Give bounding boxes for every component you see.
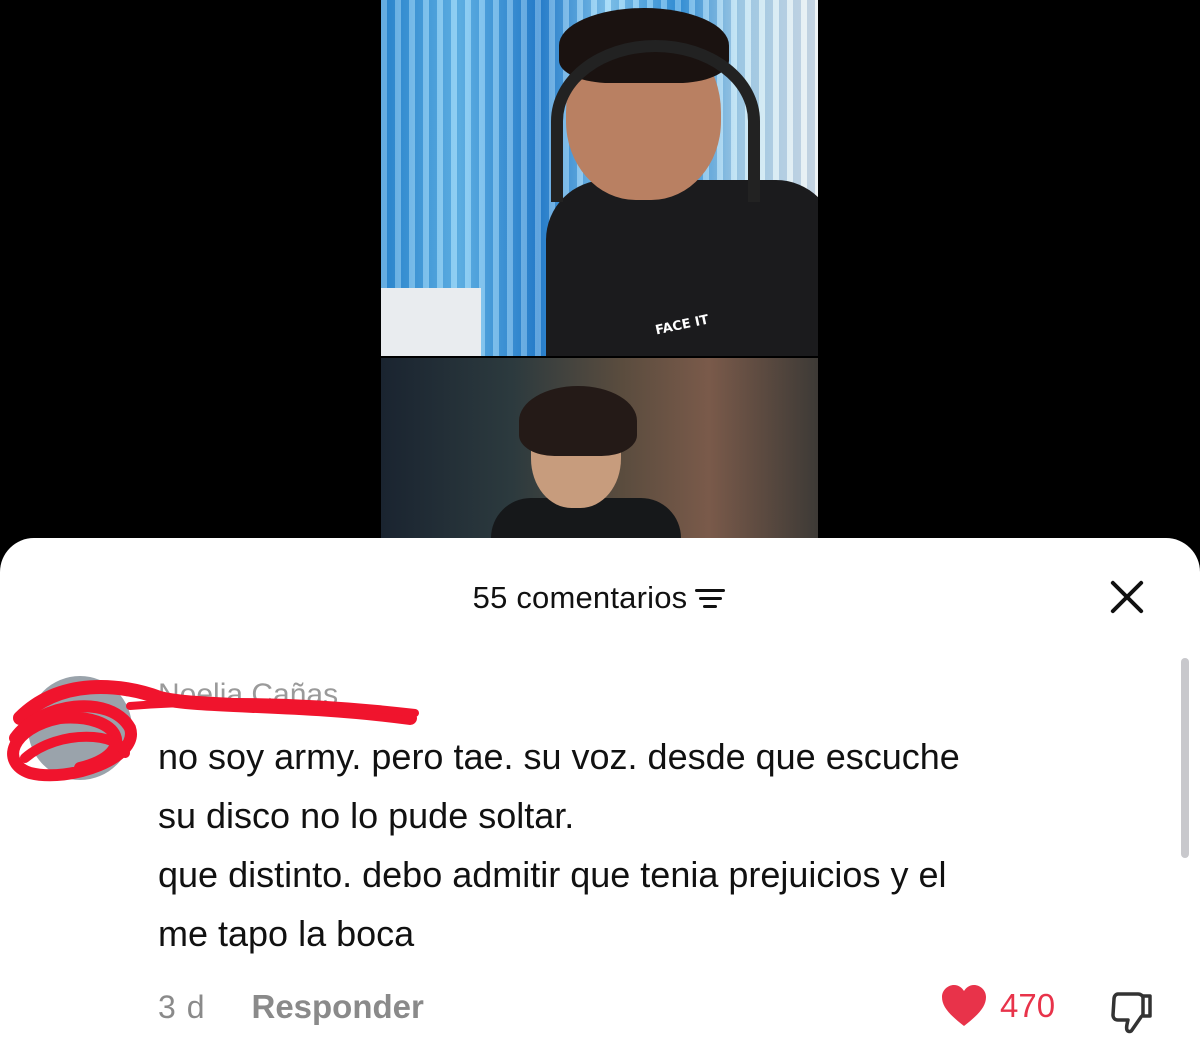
scrollbar[interactable] [1181, 658, 1189, 858]
headset [551, 40, 760, 202]
comments-sheet: 55 comentarios Noelia Cañas no soy army.… [0, 538, 1200, 1058]
reply-button[interactable]: Responder [251, 988, 423, 1026]
comments-header: 55 comentarios [0, 574, 1200, 622]
shelf [381, 288, 481, 356]
comment-username[interactable]: Noelia Cañas [158, 678, 338, 714]
thumbs-down-icon[interactable] [1108, 988, 1156, 1036]
reaction-video-frame: FACE IT [381, 0, 818, 356]
comment-line: me tapo la boca [158, 913, 415, 954]
heart-icon [942, 985, 986, 1026]
video-player[interactable]: FACE IT [0, 0, 1200, 560]
like-button[interactable]: 470 [940, 984, 1055, 1028]
comment-body: no soy army. pero tae. su voz. desde que… [158, 727, 1158, 963]
comment-line: que distinto. debo admitir que tenia pre… [158, 854, 947, 895]
close-icon[interactable] [1108, 578, 1146, 616]
username-text: Noelia Cañas [158, 678, 339, 711]
comment-line: no soy army. pero tae. su voz. desde que… [158, 736, 960, 777]
sort-lines-icon[interactable] [695, 585, 727, 611]
comment-timestamp: 3 d [158, 988, 206, 1025]
like-count: 470 [1000, 987, 1056, 1024]
comment-meta: 3 d Responder [158, 988, 424, 1026]
mv-person-hair [519, 386, 637, 456]
comment-line: su disco no lo pude soltar. [158, 795, 575, 836]
comments-count-title: 55 comentarios [472, 580, 688, 615]
avatar[interactable] [28, 676, 132, 780]
music-video-frame [381, 358, 818, 543]
